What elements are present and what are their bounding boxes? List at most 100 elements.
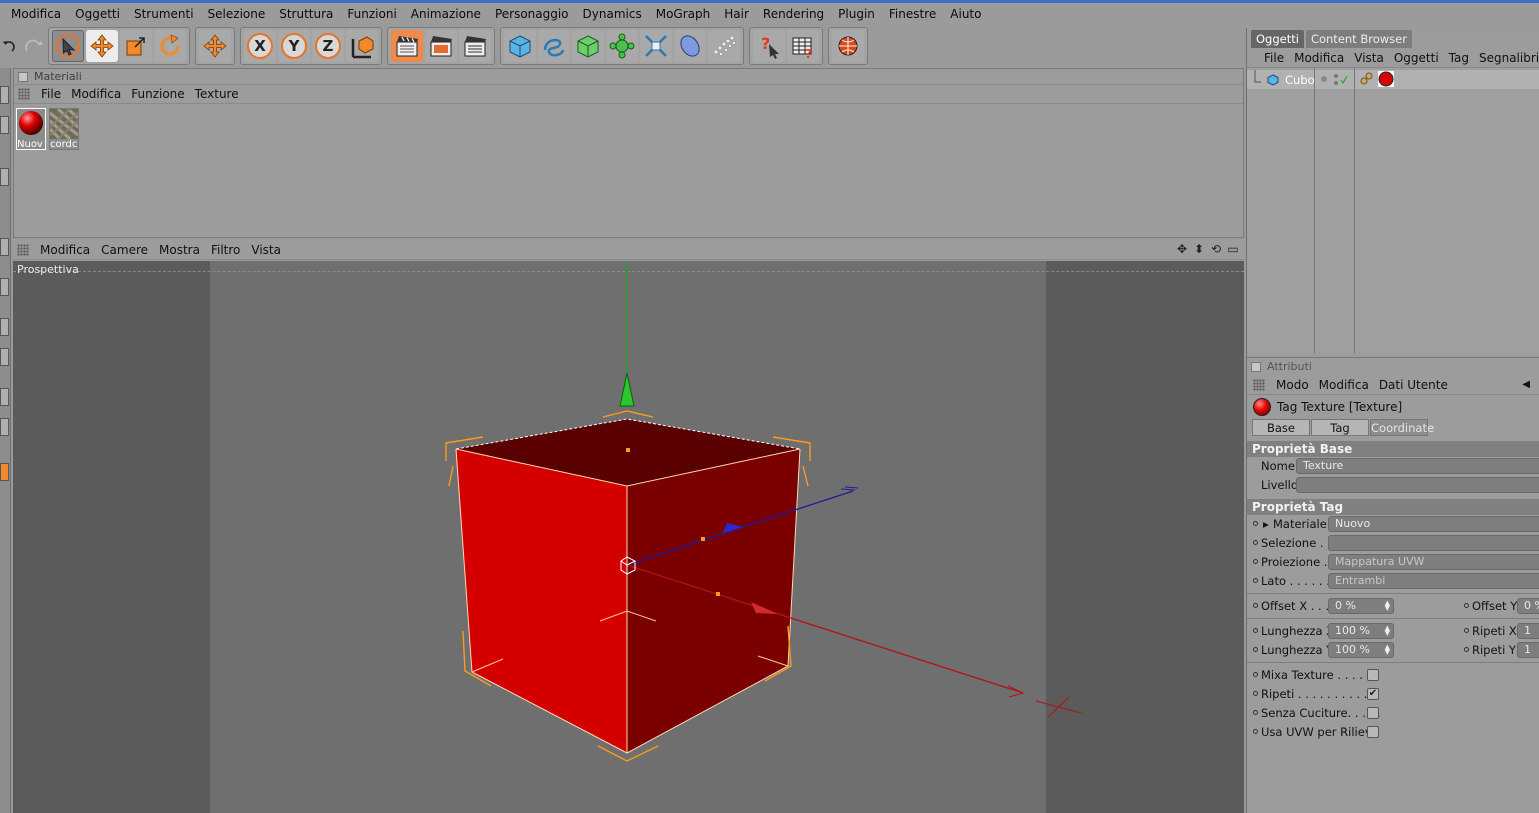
attributes-menu-dati-utente[interactable]: Dati Utente [1376,378,1455,392]
left-tool-button-6[interactable] [0,318,9,336]
proiezione-dropdown[interactable]: Mappatura UVW [1328,554,1539,570]
offset-y-field[interactable]: 0 % [1517,598,1539,614]
texture-tag-icon[interactable] [1378,71,1394,87]
left-tool-button-7[interactable] [0,348,9,366]
tab-oggetti[interactable]: Oggetti [1251,30,1304,48]
object-name[interactable]: Cubo [1285,73,1315,87]
materials-menu-modifica[interactable]: Modifica [68,87,128,101]
tab-content-browser[interactable]: Content Browser [1305,30,1412,48]
menu-rendering[interactable]: Rendering [756,7,831,21]
array-icon[interactable] [606,30,638,62]
dolly-icon[interactable]: ⬍ [1192,242,1206,256]
animation-dot-icon[interactable] [1464,647,1469,652]
left-tool-button-8[interactable] [0,388,9,406]
live-selection-icon[interactable] [199,30,231,62]
animation-dot-icon[interactable] [1253,540,1258,545]
objects-menu-file[interactable]: File [1261,51,1291,65]
render-settings-icon[interactable] [459,30,491,62]
menu-plugin[interactable]: Plugin [831,7,882,21]
y-axis-handle[interactable] [619,372,635,407]
ripeti-y-field[interactable]: 1 [1517,642,1539,658]
left-tool-button-2[interactable] [0,116,9,134]
animation-dot-icon[interactable] [1253,729,1258,734]
objects-menu-tag[interactable]: Tag [1446,51,1476,65]
objects-menu-oggetti[interactable]: Oggetti [1391,51,1446,65]
stepper-arrows-icon[interactable]: ▲ ▼ [1385,625,1390,637]
left-tool-button-3[interactable] [0,168,9,186]
livello-field[interactable] [1296,477,1539,493]
materials-menu-funzione[interactable]: Funzione [128,87,191,101]
animation-dot-icon[interactable] [1253,672,1258,677]
viewport-menu-filtro[interactable]: Filtro [208,243,248,257]
top-handle-point[interactable] [626,448,630,452]
menu-aiuto[interactable]: Aiuto [943,7,988,21]
left-tool-button-1[interactable] [0,86,9,104]
menu-hair[interactable]: Hair [717,7,756,21]
tab-coordinate[interactable]: Coordinate [1370,419,1434,436]
objects-menu-vista[interactable]: Vista [1351,51,1391,65]
viewport-menu-mostra[interactable]: Mostra [156,243,208,257]
lunghezza-x-field[interactable]: 100 % ▲ ▼ [1328,623,1394,639]
menu-strumenti[interactable]: Strumenti [127,7,201,21]
stepper-arrows-icon[interactable]: ▲ ▼ [1385,644,1390,656]
cube-primitive-icon[interactable] [504,30,536,62]
objects-menu-segnalibri[interactable]: Segnalibri [1476,51,1539,65]
phong-tag-icon[interactable] [1359,71,1375,87]
animation-dot-icon[interactable] [1253,578,1258,583]
back-arrow-icon[interactable]: ◀ [1519,379,1537,390]
object-row-cubo[interactable]: Cubo [1247,70,1539,89]
mixa-texture-checkbox[interactable] [1367,669,1379,681]
attributes-panel-checkbox[interactable] [1251,361,1261,372]
viewport-menu-camere[interactable]: Camere [98,243,156,257]
menu-personaggio[interactable]: Personaggio [488,7,576,21]
visibility-dots-icon[interactable] [1319,72,1349,88]
menu-struttura[interactable]: Struttura [272,7,340,21]
scale-icon[interactable] [120,30,152,62]
undo-icon[interactable] [0,30,18,62]
menu-dynamics[interactable]: Dynamics [576,7,649,21]
animation-dot-icon[interactable] [1253,710,1258,715]
environment-icon[interactable] [674,30,706,62]
cube-side-face[interactable] [627,449,800,753]
left-tool-button-10[interactable] [0,463,9,481]
material-thumb-nuovo[interactable]: Nuov [16,108,46,150]
nome-field[interactable]: Texture [1296,458,1539,474]
materials-menu-file[interactable]: File [38,87,68,101]
stepper-arrows-icon[interactable]: ▲ ▼ [1385,600,1390,612]
grip-icon[interactable] [17,243,29,256]
animation-dot-icon[interactable] [1464,603,1469,608]
offset-x-field[interactable]: 0 % ▲ ▼ [1328,598,1394,614]
orbit-icon[interactable]: ⟲ [1209,242,1223,256]
particles-icon[interactable] [708,30,740,62]
menu-mograph[interactable]: MoGraph [649,7,718,21]
left-tool-button-4[interactable] [0,238,9,256]
maximize-icon[interactable]: ▭ [1226,242,1240,256]
render-view-icon[interactable] [391,30,423,62]
menu-animazione[interactable]: Animazione [404,7,488,21]
animation-dot-icon[interactable] [1253,628,1258,633]
lato-dropdown[interactable]: Entrambi [1328,573,1539,589]
redo-icon[interactable] [20,30,48,62]
perspective-viewport[interactable]: Prospettiva [13,261,1244,813]
viewport-menu-modifica[interactable]: Modifica [37,243,98,257]
materiale-field[interactable]: Nuovo [1328,516,1539,532]
coordinate-system-icon[interactable] [346,30,378,62]
menu-funzioni[interactable]: Funzioni [340,7,403,21]
render-picture-viewer-icon[interactable] [425,30,457,62]
left-tool-button-9[interactable] [0,418,9,436]
animation-dot-icon[interactable] [1253,559,1258,564]
objects-menu-modifica[interactable]: Modifica [1291,51,1351,65]
selezione-field[interactable] [1328,535,1539,551]
x-axis-lock-icon[interactable]: X [244,30,276,62]
z-axis-lock-icon[interactable]: Z [312,30,344,62]
pan-icon[interactable]: ✥ [1175,242,1189,256]
materials-panel-checkbox[interactable] [18,71,28,82]
ripeti-checkbox[interactable]: ✔ [1367,688,1379,700]
animation-dot-icon[interactable] [1253,521,1258,526]
attributes-menu-modo[interactable]: Modo [1273,378,1316,392]
grip-icon[interactable] [18,88,30,100]
animation-dot-icon[interactable] [1253,603,1258,608]
help-table-icon[interactable]: ? [787,30,819,62]
spline-icon[interactable] [538,30,570,62]
y-axis-lock-icon[interactable]: Y [278,30,310,62]
